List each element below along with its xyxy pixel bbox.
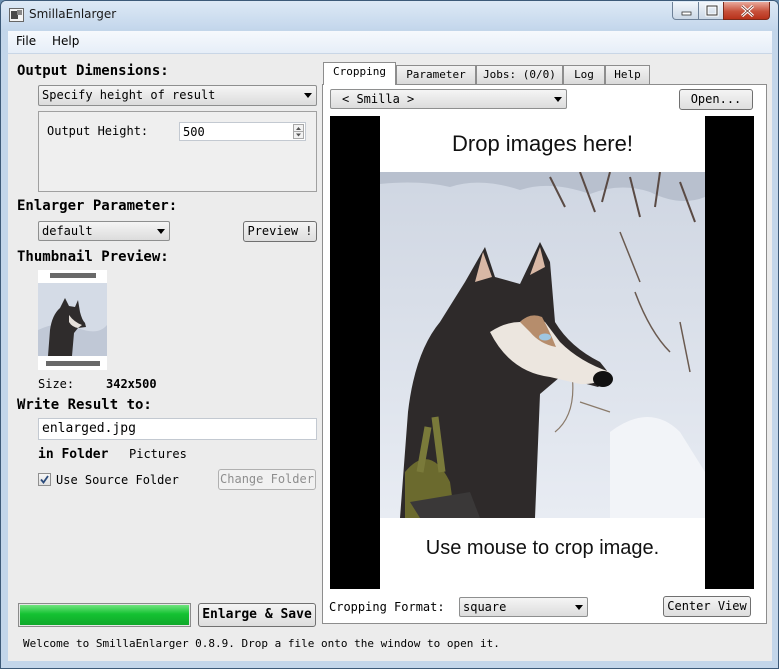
window-title: SmillaEnlarger [29,7,117,21]
output-dimensions-group: Output Height: 500 [38,111,317,192]
output-dimensions-heading: Output Dimensions: [17,63,169,79]
crop-hint-text: Use mouse to crop image. [425,537,660,559]
chevron-down-icon [575,605,583,610]
center-view-button[interactable]: Center View [663,596,751,617]
main-area: Output Dimensions: Specify height of res… [8,54,772,661]
maximize-button[interactable] [698,2,724,20]
maximize-icon [705,4,719,17]
cropping-format-select[interactable]: square [459,597,588,617]
spin-arrows-icon[interactable] [293,124,304,139]
chevron-down-icon [304,93,312,98]
checkmark-icon [40,475,49,484]
tab-jobs[interactable]: Jobs: (0/0) [476,65,563,84]
thumbnail-preview-image [38,270,107,370]
menu-bar: File Help [8,31,772,54]
dimension-mode-value: Specify height of result [42,88,216,102]
tab-parameter[interactable]: Parameter [396,65,476,84]
close-icon [740,4,755,18]
open-button[interactable]: Open... [679,89,753,110]
image-frame: Drop images here! Use mouse to crop imag… [380,116,705,589]
progress-bar [18,603,191,627]
change-folder-button[interactable]: Change Folder [218,469,316,490]
output-height-spinbox[interactable]: 500 [179,122,306,141]
husky-photo [380,172,705,518]
output-height-value: 500 [183,125,205,139]
menu-file[interactable]: File [16,34,36,48]
chevron-down-icon [157,229,165,234]
cropping-panel: < Smilla > Open... Drop images here! Use… [322,84,767,624]
cropping-format-value: square [463,600,507,614]
cropping-format-label: Cropping Format: [329,600,445,614]
progress-fill [20,605,189,625]
menu-help[interactable]: Help [52,34,79,48]
output-height-label: Output Height: [47,124,149,138]
tab-log[interactable]: Log [563,65,605,84]
write-result-heading: Write Result to: [17,397,152,413]
preset-select[interactable]: default [38,221,170,241]
crop-canvas[interactable]: Drop images here! Use mouse to crop imag… [330,116,754,589]
preset-value: default [42,224,93,238]
enlarger-parameter-heading: Enlarger Parameter: [17,198,178,214]
close-button[interactable] [723,2,770,20]
preview-button[interactable]: Preview ! [243,221,317,242]
source-image-value: < Smilla > [342,92,415,106]
tab-help[interactable]: Help [605,65,650,84]
app-window: SmillaEnlarger File Help Output Dimensio… [0,0,779,669]
minimize-button[interactable] [672,2,699,20]
drop-images-text: Drop images here! [452,131,633,156]
app-icon [9,8,24,22]
source-image-select[interactable]: < Smilla > [330,89,567,109]
tab-cropping[interactable]: Cropping [323,62,396,85]
title-bar: SmillaEnlarger [1,1,778,29]
size-label: Size: [38,377,75,391]
use-source-folder-checkbox[interactable] [38,473,51,486]
status-bar-text: Welcome to SmillaEnlarger 0.8.9. Drop a … [23,637,500,650]
use-source-folder-label[interactable]: Use Source Folder [56,473,179,487]
folder-name: Pictures [129,447,187,461]
thumbnail-preview-heading: Thumbnail Preview: [17,249,169,265]
enlarge-save-button[interactable]: Enlarge & Save [198,603,316,627]
in-folder-label: in Folder [38,447,109,462]
chevron-down-icon [554,97,562,102]
minimize-icon [681,11,692,16]
size-value: 342x500 [106,377,157,391]
dimension-mode-select[interactable]: Specify height of result [38,85,317,106]
filename-input[interactable]: enlarged.jpg [38,418,317,440]
